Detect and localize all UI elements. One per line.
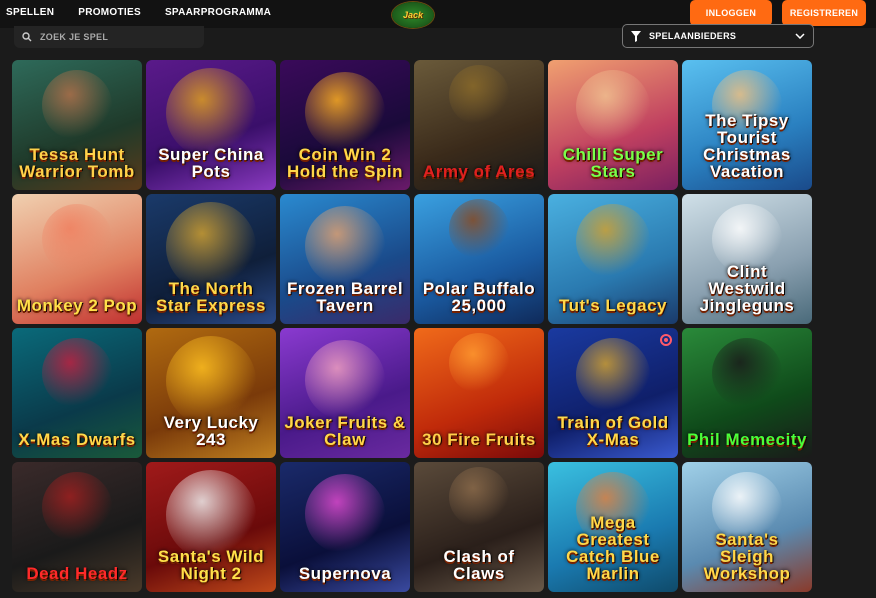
- game-title: The Tipsy Tourist Christmas Vacation: [703, 111, 791, 181]
- register-button[interactable]: REGISTREREN: [782, 0, 866, 26]
- game-grid: Tessa Hunt Warrior Tomb Super China Pots C…: [12, 60, 812, 592]
- game-tile[interactable]: Polar Buffalo 25,000: [414, 194, 544, 324]
- game-artwork: [576, 204, 650, 278]
- game-artwork: [449, 467, 509, 527]
- game-tile[interactable]: 30 Fire Fruits: [414, 328, 544, 458]
- filter-icon: [631, 30, 641, 42]
- provider-filter-dropdown[interactable]: SPELAANBIEDERS: [622, 24, 814, 48]
- game-title: Joker Fruits & Claw: [284, 413, 406, 449]
- game-title: Chilli Super Stars: [562, 145, 664, 181]
- game-title: Very Lucky 243: [163, 413, 259, 449]
- provider-filter-label: SPELAANBIEDERS: [649, 31, 737, 41]
- game-tile[interactable]: Santa's Wild Night 2: [146, 462, 276, 592]
- game-tile[interactable]: Mega Greatest Catch Blue Marlin: [548, 462, 678, 592]
- game-tile[interactable]: The North Star Express: [146, 194, 276, 324]
- game-artwork: [305, 72, 385, 152]
- game-title: 30 Fire Fruits: [422, 430, 536, 449]
- game-artwork: [712, 338, 782, 408]
- game-artwork: [449, 65, 509, 125]
- game-tile[interactable]: Clint Westwild Jingleguns: [682, 194, 812, 324]
- game-title: Dead Headz: [26, 564, 128, 583]
- game-tile[interactable]: Supernova: [280, 462, 410, 592]
- game-artwork: [305, 340, 385, 420]
- game-tile[interactable]: Monkey 2 Pop: [12, 194, 142, 324]
- game-tile[interactable]: Clash of Claws: [414, 462, 544, 592]
- game-title: Polar Buffalo 25,000: [422, 279, 536, 315]
- game-tile[interactable]: Tessa Hunt Warrior Tomb: [12, 60, 142, 190]
- game-title: The North Star Express: [156, 279, 266, 315]
- game-artwork: [576, 70, 650, 144]
- game-artwork: [305, 206, 385, 286]
- game-artwork: [42, 70, 112, 140]
- game-artwork: [42, 204, 112, 274]
- game-title: Tessa Hunt Warrior Tomb: [19, 145, 135, 181]
- game-title: Phil Memecity: [687, 430, 807, 449]
- game-title: X-Mas Dwarfs: [18, 430, 136, 449]
- game-title: Mega Greatest Catch Blue Marlin: [566, 513, 660, 583]
- game-title: Super China Pots: [158, 145, 264, 181]
- game-artwork: [305, 474, 385, 554]
- game-title: Santa's Sleigh Workshop: [703, 530, 791, 583]
- game-tile[interactable]: Coin Win 2 Hold the Spin: [280, 60, 410, 190]
- nav-games-link[interactable]: SPELLEN: [6, 7, 54, 18]
- game-tile[interactable]: Super China Pots: [146, 60, 276, 190]
- game-artwork: [449, 333, 509, 393]
- logo-text: Jack: [402, 10, 424, 20]
- game-title: Santa's Wild Night 2: [157, 547, 265, 583]
- game-tile[interactable]: The Tipsy Tourist Christmas Vacation: [682, 60, 812, 190]
- search-icon: [22, 32, 32, 42]
- game-title: Frozen Barrel Tavern: [286, 279, 404, 315]
- game-title: Clash of Claws: [443, 547, 515, 583]
- main-nav: SPELLEN PROMOTIES SPAARPROGRAMMA: [6, 7, 271, 18]
- game-artwork: [449, 199, 509, 259]
- target-icon: [660, 334, 672, 346]
- nav-promotions-link[interactable]: PROMOTIES: [78, 7, 141, 18]
- game-tile[interactable]: Army of Ares: [414, 60, 544, 190]
- game-title: Tut's Legacy: [559, 296, 667, 315]
- game-search-input[interactable]: [38, 31, 192, 43]
- game-title: Army of Ares: [422, 162, 536, 181]
- game-artwork: [42, 472, 112, 542]
- game-tile[interactable]: Phil Memecity: [682, 328, 812, 458]
- game-tile[interactable]: Train of Gold X-Mas: [548, 328, 678, 458]
- chevron-down-icon: [795, 33, 805, 39]
- login-button[interactable]: INLOGGEN: [690, 0, 772, 26]
- game-title: Monkey 2 Pop: [16, 296, 138, 315]
- game-tile[interactable]: Tut's Legacy: [548, 194, 678, 324]
- game-title: Clint Westwild Jingleguns: [699, 262, 795, 315]
- game-title: Train of Gold X-Mas: [557, 413, 669, 449]
- game-artwork: [42, 338, 112, 408]
- game-tile[interactable]: Chilli Super Stars: [548, 60, 678, 190]
- nav-loyalty-program-link[interactable]: SPAARPROGRAMMA: [165, 7, 271, 18]
- game-tile[interactable]: Santa's Sleigh Workshop: [682, 462, 812, 592]
- game-tile[interactable]: Frozen Barrel Tavern: [280, 194, 410, 324]
- game-artwork: [576, 338, 650, 412]
- game-title: Coin Win 2 Hold the Spin: [286, 145, 404, 181]
- game-tile[interactable]: X-Mas Dwarfs: [12, 328, 142, 458]
- game-tile[interactable]: Very Lucky 243: [146, 328, 276, 458]
- game-tile[interactable]: Dead Headz: [12, 462, 142, 592]
- game-search-bar: [14, 26, 204, 48]
- site-logo[interactable]: Jack: [392, 2, 434, 28]
- game-title: Supernova: [298, 564, 392, 583]
- game-tile[interactable]: Joker Fruits & Claw: [280, 328, 410, 458]
